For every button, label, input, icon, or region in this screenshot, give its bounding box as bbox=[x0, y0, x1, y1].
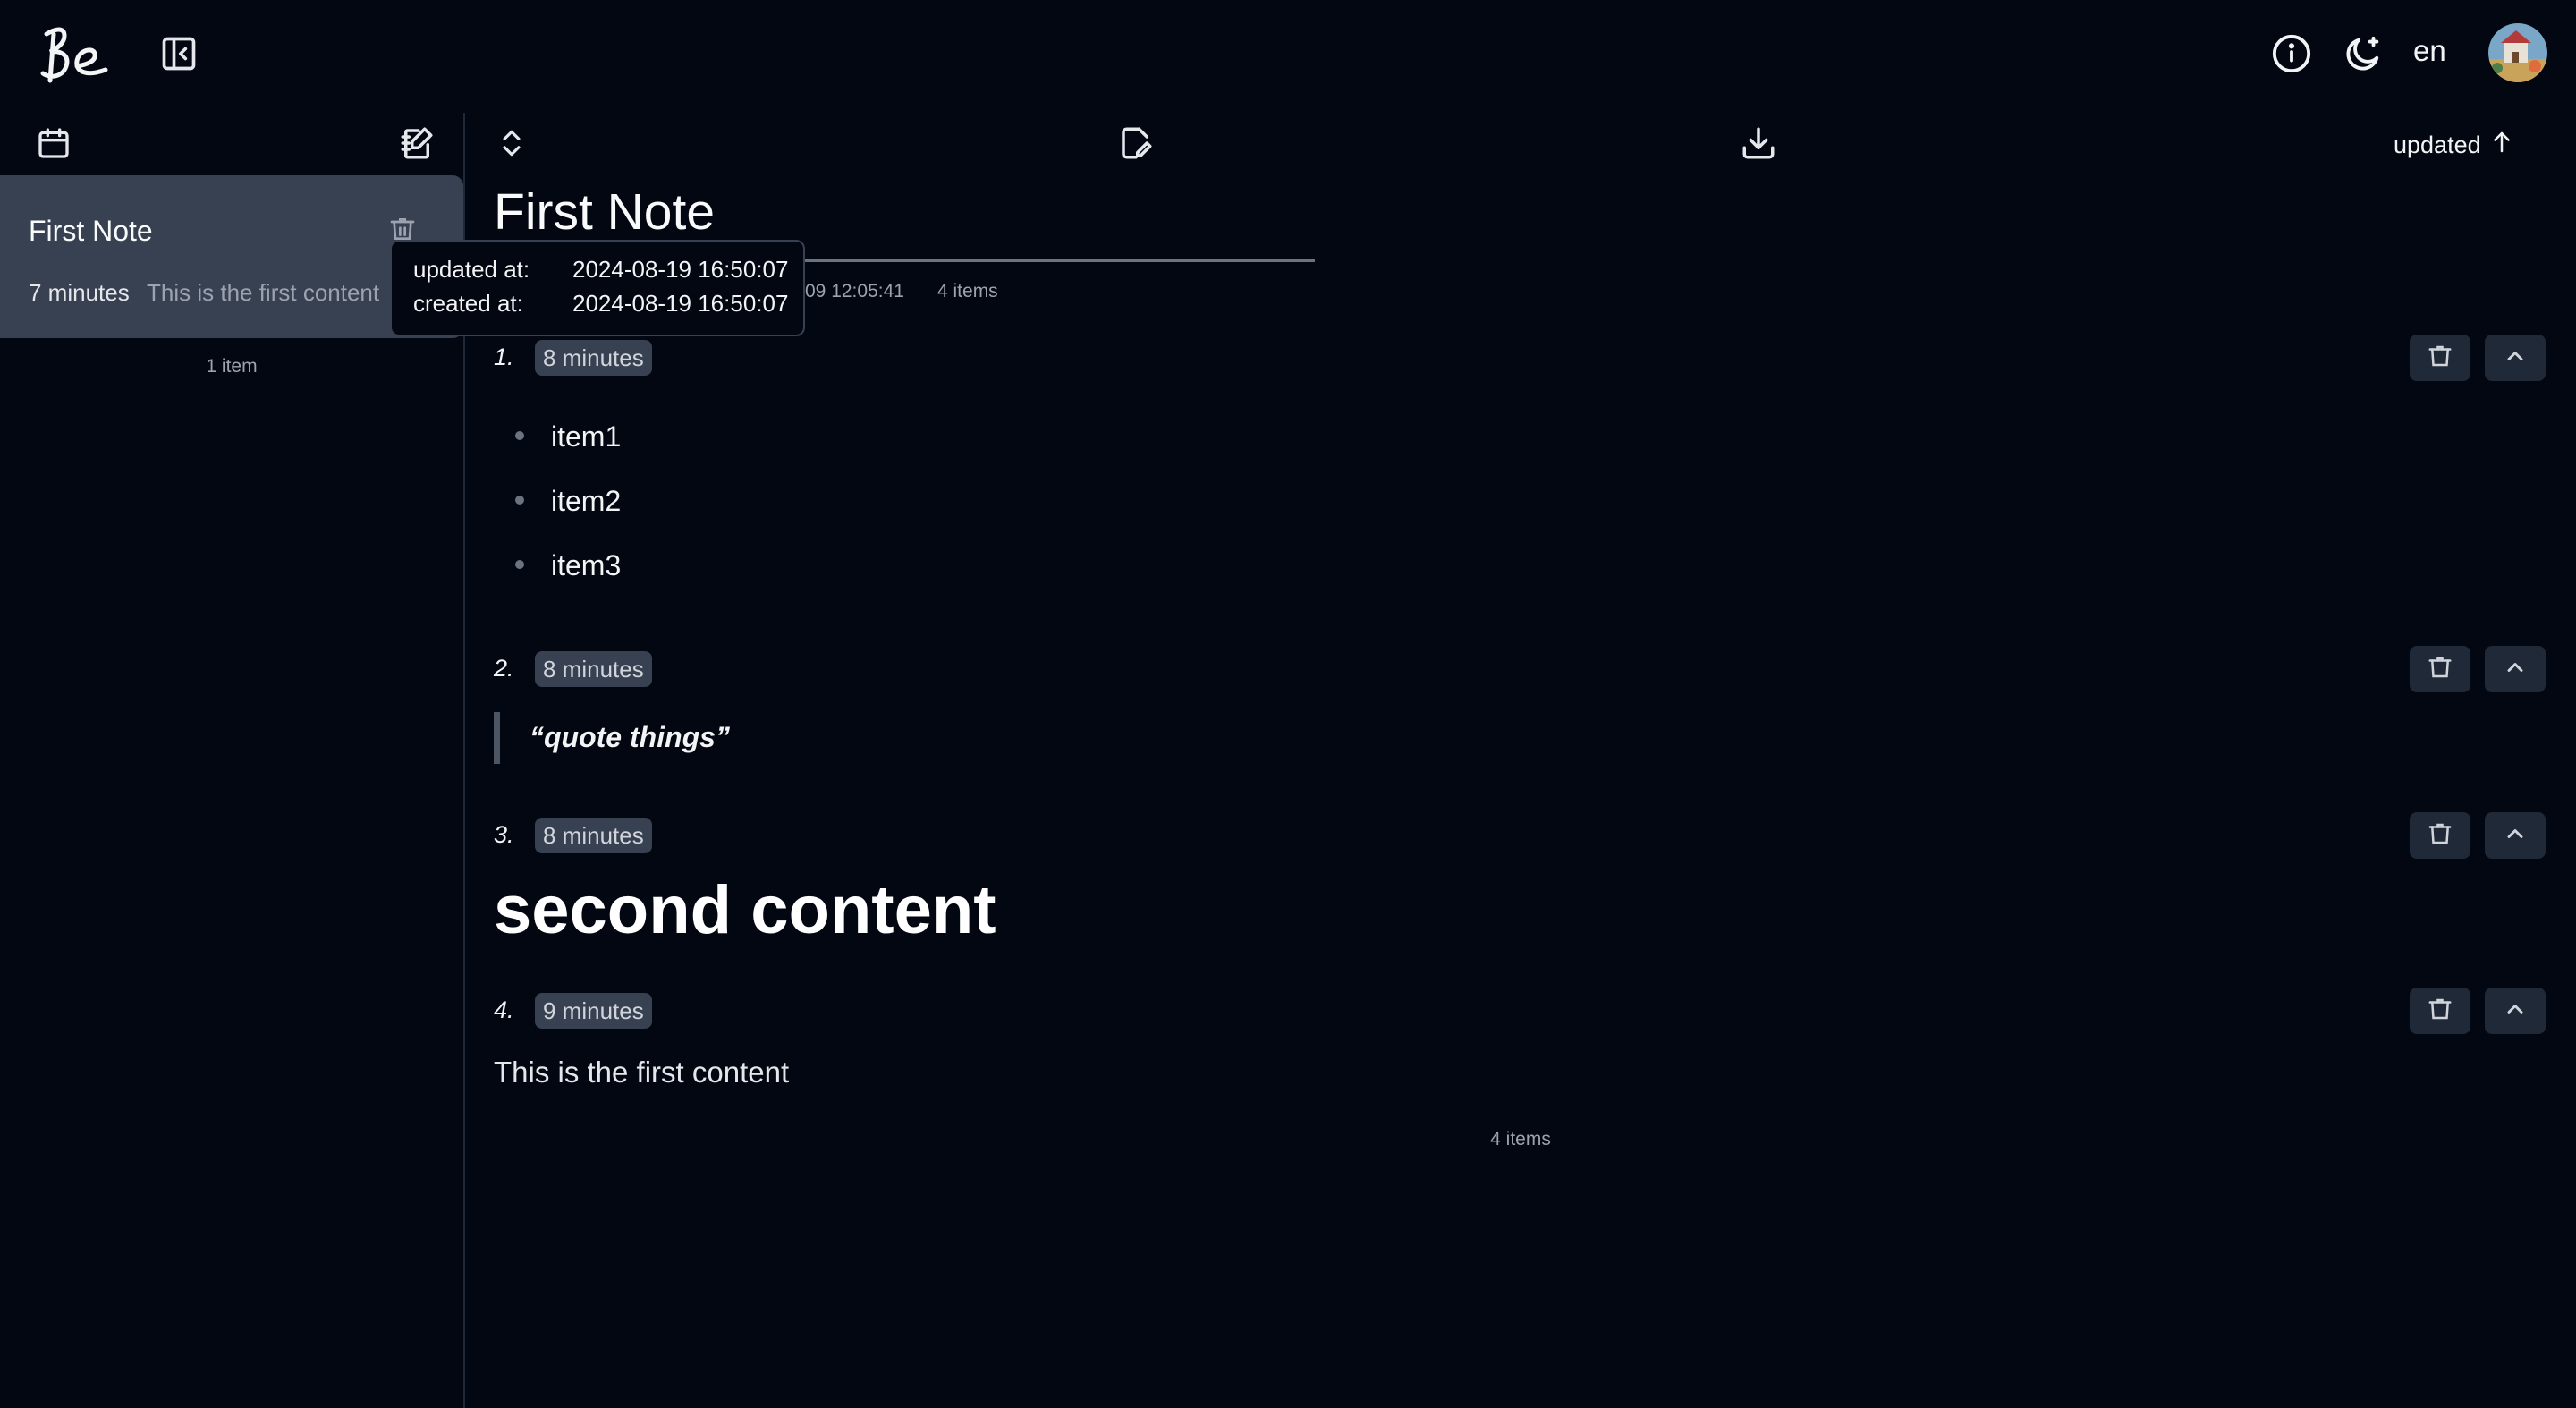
chevron-up-icon bbox=[2503, 655, 2528, 684]
collapse-entry-button[interactable] bbox=[2485, 335, 2546, 381]
trash-icon bbox=[2427, 343, 2453, 374]
moon-icon[interactable] bbox=[2342, 32, 2385, 75]
delete-entry-button[interactable] bbox=[2410, 646, 2470, 692]
blockquote-text: “quote things” bbox=[530, 721, 730, 753]
entry-number: 1. bbox=[494, 344, 514, 370]
collapse-entry-button[interactable] bbox=[2485, 988, 2546, 1034]
delete-entry-button[interactable] bbox=[2410, 812, 2470, 859]
trash-icon bbox=[2427, 654, 2453, 685]
delete-entry-button[interactable] bbox=[2410, 335, 2470, 381]
list-bullet bbox=[515, 431, 524, 440]
app-logo[interactable] bbox=[34, 13, 116, 95]
trash-icon bbox=[2427, 996, 2453, 1027]
entries-count: 4 items bbox=[1490, 1129, 1551, 1149]
note-list-item-title: First Note bbox=[29, 215, 153, 247]
note-item-count: 4 items bbox=[937, 281, 998, 301]
tooltip-created-value: 2024-08-19 16:50:07 bbox=[572, 290, 789, 317]
avatar[interactable] bbox=[2488, 23, 2547, 82]
sidebar-item-count: 1 item bbox=[206, 356, 258, 377]
list-item: item2 bbox=[551, 485, 622, 517]
collapse-entry-button[interactable] bbox=[2485, 812, 2546, 859]
entry-time-badge: 9 minutes bbox=[535, 993, 652, 1029]
note-list-item-time: 7 minutes bbox=[29, 279, 130, 306]
timestamp-tooltip: updated at: 2024-08-19 16:50:07 created … bbox=[390, 240, 805, 336]
tooltip-updated-value: 2024-08-19 16:50:07 bbox=[572, 256, 789, 283]
blockquote-bar bbox=[494, 712, 500, 764]
entry-number: 3. bbox=[494, 821, 514, 848]
language-switcher[interactable]: en bbox=[2413, 34, 2446, 68]
note-title[interactable]: First Note bbox=[494, 182, 715, 242]
arrow-up-icon bbox=[2488, 129, 2515, 162]
entry-number: 4. bbox=[494, 997, 514, 1023]
chevron-up-icon bbox=[2503, 344, 2528, 373]
tooltip-created-label: created at: bbox=[413, 290, 523, 317]
trash-icon bbox=[2427, 820, 2453, 852]
list-item: item3 bbox=[551, 549, 622, 581]
tooltip-updated-label: updated at: bbox=[413, 256, 530, 283]
download-icon[interactable] bbox=[1737, 122, 1780, 165]
info-icon[interactable] bbox=[2270, 32, 2313, 75]
note-list-item-preview: This is the first content bbox=[147, 279, 380, 306]
edit-icon[interactable] bbox=[1114, 122, 1157, 165]
entry-time-badge: 8 minutes bbox=[535, 651, 652, 687]
chevron-up-icon bbox=[2503, 821, 2528, 851]
entry-heading: second content bbox=[494, 872, 996, 948]
expand-collapse-icon[interactable] bbox=[490, 122, 533, 165]
list-item: item1 bbox=[551, 420, 622, 453]
collapse-entry-button[interactable] bbox=[2485, 646, 2546, 692]
calendar-icon[interactable] bbox=[32, 122, 75, 165]
note-date: 09 12:05:41 bbox=[805, 281, 904, 301]
sidebar-toggle-icon[interactable] bbox=[157, 32, 200, 75]
new-note-icon[interactable] bbox=[395, 122, 438, 165]
list-bullet bbox=[515, 496, 524, 505]
sort-button[interactable]: updated bbox=[2394, 129, 2515, 162]
sort-label: updated bbox=[2394, 131, 2481, 158]
list-bullet bbox=[515, 560, 524, 569]
entry-number: 2. bbox=[494, 655, 514, 682]
entry-time-badge: 8 minutes bbox=[535, 818, 652, 853]
entry-time-badge: 8 minutes bbox=[535, 340, 652, 376]
delete-entry-button[interactable] bbox=[2410, 988, 2470, 1034]
chevron-up-icon bbox=[2503, 997, 2528, 1026]
entry-text: This is the first content bbox=[494, 1056, 790, 1089]
